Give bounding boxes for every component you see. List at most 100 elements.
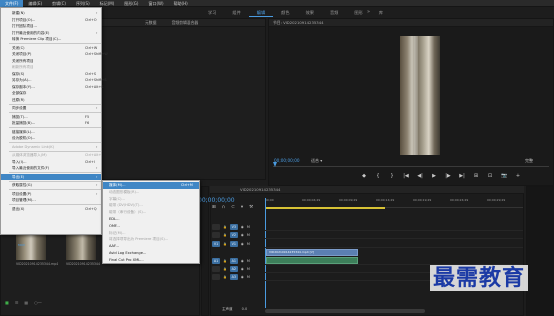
list-view-icon[interactable]: ☰ [15, 300, 19, 305]
track-target-toggle[interactable] [212, 274, 220, 280]
workspace-tab[interactable]: 库 [371, 8, 391, 17]
tab-metadata[interactable]: 元数据 [145, 20, 156, 25]
timeline-title[interactable]: VID20210914235344 [210, 186, 524, 194]
track-mute-icon[interactable]: M [247, 242, 250, 246]
transport-button-icon[interactable]: + [515, 173, 521, 179]
timeline-timecode[interactable]: 00;00;00;00 [198, 197, 235, 204]
track-mute-icon[interactable]: M [247, 225, 250, 229]
track-visibility-icon[interactable]: ◉ [241, 242, 244, 246]
program-time-ruler[interactable] [273, 164, 549, 167]
video-clip[interactable]: VID20210914235344.mp4 [V] [266, 249, 358, 256]
track-name[interactable]: V2 [229, 232, 238, 238]
track-lock-icon[interactable]: 🔒 [223, 259, 227, 263]
transport-button-icon[interactable]: |▶ [445, 173, 451, 179]
track-target-toggle[interactable] [212, 232, 220, 238]
track-name[interactable]: A2 [229, 266, 238, 272]
work-area-bar[interactable] [265, 207, 385, 209]
track-target-toggle[interactable]: A1 [212, 258, 220, 264]
file-menu-item-label: 打开团队项目... [12, 24, 37, 28]
track-visibility-icon[interactable]: ◉ [241, 275, 244, 279]
track-lane[interactable] [265, 223, 523, 231]
timeline-tick-label: 00;00;09;29 [339, 198, 358, 202]
transport-button-icon[interactable]: ▶ [431, 173, 437, 179]
master-value[interactable]: 0.0 [242, 307, 248, 311]
export-menu-item[interactable]: Final Cut Pro XML... [103, 257, 199, 264]
transport-button-icon[interactable]: ▶| [459, 173, 465, 179]
track-mute-icon[interactable]: M [247, 233, 250, 237]
transport-button-icon[interactable]: |◀ [403, 173, 409, 179]
export-menu-item[interactable]: 媒体(M)... Ctrl+M [103, 182, 199, 189]
workspace-tab[interactable]: 音频 [322, 8, 346, 17]
file-menu-item[interactable]: 设为脱机(O)... [1, 135, 101, 142]
workspace-more-icon[interactable]: » [367, 8, 370, 17]
export-menu-item[interactable]: EDL... [103, 216, 199, 223]
workspace-tab[interactable]: 编辑 [248, 8, 274, 17]
track-target-toggle[interactable] [212, 266, 220, 272]
file-menu-item[interactable]: 退出(X) Ctrl+Q [1, 206, 101, 213]
nest-icon[interactable]: ⊞ [212, 205, 216, 210]
menubar-item[interactable]: 编辑(E) [23, 0, 47, 7]
file-menu-item[interactable]: 批量捕捉(B)... F6 [1, 120, 101, 127]
menubar-item[interactable]: 窗口(W) [143, 0, 168, 7]
wrench-icon[interactable]: ⚒ [249, 205, 253, 210]
track-target-toggle[interactable]: V1 [212, 241, 220, 247]
track-visibility-icon[interactable]: ◉ [241, 225, 244, 229]
timeline-scrollbar[interactable] [265, 309, 425, 313]
track-lock-icon[interactable]: 🔒 [223, 225, 227, 229]
transport-button-icon[interactable]: 📷 [501, 173, 507, 179]
program-timecode[interactable]: 00;00;00;00 [274, 158, 300, 163]
track-lane[interactable] [265, 231, 523, 239]
track-name[interactable]: A3 [229, 274, 238, 280]
transport-button-icon[interactable]: ◀| [417, 173, 423, 179]
transport-button-icon[interactable]: { [375, 173, 381, 179]
file-menu-item[interactable]: 同步设置 › [1, 105, 101, 112]
workspace-tab[interactable]: 颜色 [273, 8, 297, 17]
transport-button-icon[interactable]: ⊞ [473, 173, 479, 179]
track-lane[interactable] [265, 240, 523, 248]
track-mute-icon[interactable]: M [247, 267, 250, 271]
file-menu-item[interactable]: 项目管理(M)... [1, 197, 101, 204]
track-name[interactable]: A1 [229, 258, 238, 264]
menubar-item[interactable]: 标记(M) [95, 0, 120, 7]
tab-audio-clip-mixer[interactable]: 音频剪辑混合器 [172, 20, 199, 25]
workspace-tab[interactable]: 效果 [298, 8, 322, 17]
audio-clip[interactable] [266, 257, 358, 264]
export-menu-item[interactable]: OMF... [103, 223, 199, 230]
transport-button-icon[interactable]: ⊡ [487, 173, 493, 179]
track-target-toggle[interactable] [212, 224, 220, 230]
track-lock-icon[interactable]: 🔒 [223, 242, 227, 246]
file-menu-item[interactable]: 获取属性(G) › [1, 182, 101, 189]
file-menu-item[interactable]: 转换 Premiere Clip 项目(C)... [1, 36, 101, 43]
workspace-tab[interactable]: 组件 [224, 8, 248, 17]
export-menu-item-label: 动态图形模板(R)... [109, 189, 140, 194]
menubar-item[interactable]: 序列(S) [71, 0, 95, 7]
track-lock-icon[interactable]: 🔒 [223, 275, 227, 279]
track-name[interactable]: V3 [229, 224, 238, 230]
transport-button-icon[interactable]: ◆ [361, 173, 367, 179]
track-lock-icon[interactable]: 🔒 [223, 267, 227, 271]
transport-button-icon[interactable]: } [389, 173, 395, 179]
file-menu-item[interactable]: 导入最近使用的文件(F) › [1, 165, 101, 172]
menubar-item[interactable]: 剪辑(C) [47, 0, 71, 7]
menubar-item[interactable]: 文件(F) [0, 0, 24, 7]
track-mute-icon[interactable]: M [247, 259, 250, 263]
file-menu-item[interactable]: 还原(R) [1, 97, 101, 104]
track-visibility-icon[interactable]: ◉ [241, 267, 244, 271]
lock-icon[interactable]: ■ [5, 300, 9, 305]
zoom-slider-icon[interactable]: ○― [34, 300, 42, 305]
track-lock-icon[interactable]: 🔒 [223, 233, 227, 237]
export-menu-item[interactable]: AAF... [103, 243, 199, 250]
file-menu-item[interactable]: 导出(E) › [1, 173, 101, 180]
menubar-item[interactable]: 图形(G) [119, 0, 143, 7]
export-menu-item[interactable]: Avid Log Exchange... [103, 250, 199, 257]
icon-view-icon[interactable]: ▦ [24, 300, 28, 305]
track-visibility-icon[interactable]: ◉ [241, 259, 244, 263]
workspace-tab[interactable]: 学习 [200, 8, 224, 17]
menubar-item[interactable]: 帮助(H) [169, 0, 193, 7]
track-name[interactable]: V1 [229, 241, 238, 247]
track-mute-icon[interactable]: M [247, 275, 250, 279]
snap-icon[interactable]: ∩ [222, 205, 225, 210]
linked-selection-icon[interactable]: ⊂ [231, 205, 235, 210]
track-visibility-icon[interactable]: ◉ [241, 233, 244, 237]
add-marker-icon[interactable]: ▾ [241, 205, 243, 210]
